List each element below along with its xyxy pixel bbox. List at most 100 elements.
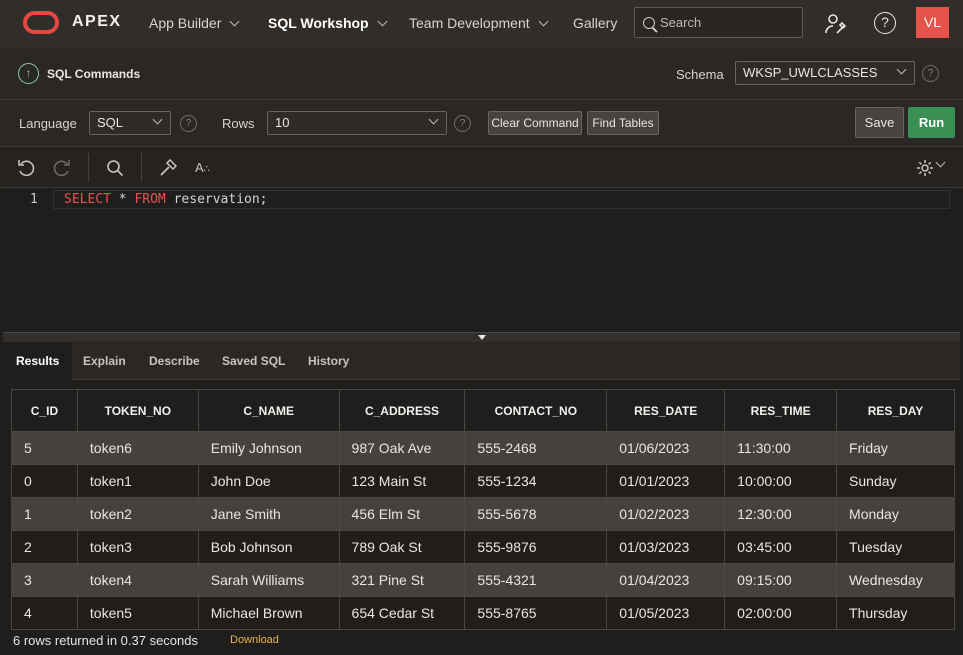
table-cell: 10:00:00 bbox=[724, 464, 838, 498]
table-cell: 01/04/2023 bbox=[606, 563, 726, 597]
sql-editor[interactable]: 1 SELECT * FROM reservation; bbox=[3, 188, 960, 332]
app-brand[interactable]: APEX bbox=[72, 13, 122, 31]
help-icon[interactable]: ? bbox=[874, 12, 896, 34]
table-row: 1 token2 Jane Smith 456 Elm St 555-5678 … bbox=[11, 497, 955, 531]
table-cell: Wednesday bbox=[836, 563, 955, 597]
user-settings-icon[interactable] bbox=[824, 12, 848, 36]
find-tables-button[interactable]: Find Tables bbox=[587, 111, 659, 135]
table-cell: 01/06/2023 bbox=[606, 431, 726, 465]
language-select[interactable]: SQL bbox=[89, 111, 171, 135]
table-cell: 02:00:00 bbox=[724, 596, 838, 630]
search-icon bbox=[643, 16, 655, 29]
oracle-logo-icon[interactable] bbox=[23, 11, 59, 34]
column-header[interactable]: C_NAME bbox=[197, 389, 340, 432]
table-cell: Sarah Williams bbox=[197, 563, 340, 597]
table-cell: 2 bbox=[11, 530, 78, 564]
user-avatar[interactable]: VL bbox=[916, 7, 949, 38]
table-cell: 789 Oak St bbox=[338, 530, 466, 564]
sql-options-bar: Language SQL ? Rows 10 ? Clear Command F… bbox=[0, 100, 963, 147]
table-cell: Emily Johnson bbox=[197, 431, 340, 465]
top-navigation-bar: APEX App Builder SQL Workshop Team Devel… bbox=[0, 0, 963, 48]
results-table: C_ID TOKEN_NO C_NAME C_ADDRESS CONTACT_N… bbox=[11, 389, 955, 630]
column-header[interactable]: RES_TIME bbox=[724, 389, 838, 432]
tab-saved-sql[interactable]: Saved SQL bbox=[222, 342, 285, 380]
table-cell: 321 Pine St bbox=[338, 563, 466, 597]
nav-team-development[interactable]: Team Development bbox=[409, 15, 549, 31]
schema-help-icon[interactable]: ? bbox=[922, 65, 939, 82]
table-row: 5 token6 Emily Johnson 987 Oak Ave 555-2… bbox=[11, 431, 955, 465]
tab-explain[interactable]: Explain bbox=[83, 342, 126, 380]
column-header[interactable]: C_ADDRESS bbox=[338, 389, 466, 432]
table-cell: Jane Smith bbox=[197, 497, 340, 531]
table-cell: 456 Elm St bbox=[338, 497, 466, 531]
rows-help-icon[interactable]: ? bbox=[454, 115, 471, 132]
rows-select[interactable]: 10 bbox=[267, 111, 447, 135]
table-cell: Friday bbox=[836, 431, 955, 465]
sql-text: * bbox=[110, 192, 135, 207]
table-cell: Tuesday bbox=[836, 530, 955, 564]
nav-sql-workshop[interactable]: SQL Workshop bbox=[268, 15, 388, 31]
find-icon[interactable] bbox=[106, 159, 124, 177]
table-cell: Monday bbox=[836, 497, 955, 531]
table-cell: 01/02/2023 bbox=[606, 497, 726, 531]
run-button[interactable]: Run bbox=[908, 107, 955, 138]
column-header[interactable]: C_ID bbox=[11, 389, 78, 432]
table-cell: token4 bbox=[76, 563, 199, 597]
global-search[interactable] bbox=[634, 7, 803, 38]
table-row: 0 token1 John Doe 123 Main St 555-1234 0… bbox=[11, 464, 955, 498]
redo-icon[interactable] bbox=[53, 159, 71, 177]
table-cell: Bob Johnson bbox=[197, 530, 340, 564]
sql-keyword: SELECT bbox=[64, 192, 111, 207]
schema-select[interactable]: WKSP_UWLCLASSES bbox=[735, 61, 915, 85]
toolbar-separator bbox=[88, 153, 89, 182]
table-cell: 555-9876 bbox=[464, 530, 608, 564]
autocomplete-icon[interactable]: A∴ bbox=[195, 160, 210, 178]
table-cell: 555-4321 bbox=[464, 563, 608, 597]
table-cell: 01/03/2023 bbox=[606, 530, 726, 564]
arrow-up-icon[interactable]: ↑ bbox=[18, 63, 39, 84]
table-cell: 03:45:00 bbox=[724, 530, 838, 564]
table-cell: token5 bbox=[76, 596, 199, 630]
table-cell: Michael Brown bbox=[197, 596, 340, 630]
rows-returned-status: 6 rows returned in 0.37 seconds bbox=[13, 633, 198, 648]
column-header[interactable]: RES_DATE bbox=[606, 389, 726, 432]
table-row: 3 token4 Sarah Williams 321 Pine St 555-… bbox=[11, 563, 955, 597]
table-cell: 01/05/2023 bbox=[606, 596, 726, 630]
table-cell: 12:30:00 bbox=[724, 497, 838, 531]
nav-app-builder[interactable]: App Builder bbox=[149, 15, 240, 31]
table-cell: 09:15:00 bbox=[724, 563, 838, 597]
language-help-icon[interactable]: ? bbox=[180, 115, 197, 132]
table-cell: 555-2468 bbox=[464, 431, 608, 465]
download-link[interactable]: Download bbox=[230, 634, 279, 646]
schema-label: Schema bbox=[676, 67, 724, 82]
page-title: SQL Commands bbox=[47, 67, 141, 81]
table-cell: 0 bbox=[11, 464, 78, 498]
code-line[interactable]: SELECT * FROM reservation; bbox=[64, 192, 268, 207]
toolbar-separator bbox=[141, 153, 142, 182]
clear-command-button[interactable]: Clear Command bbox=[488, 111, 582, 135]
table-cell: token3 bbox=[76, 530, 199, 564]
format-hammer-icon[interactable] bbox=[159, 159, 177, 177]
editor-results-splitter[interactable] bbox=[3, 332, 960, 342]
sql-text: reservation; bbox=[165, 192, 268, 207]
tab-history[interactable]: History bbox=[308, 342, 349, 380]
table-cell: 01/01/2023 bbox=[606, 464, 726, 498]
save-button[interactable]: Save bbox=[855, 107, 904, 138]
nav-gallery[interactable]: Gallery bbox=[573, 15, 617, 31]
tab-results[interactable]: Results bbox=[3, 342, 73, 380]
table-cell: token1 bbox=[76, 464, 199, 498]
table-cell: token2 bbox=[76, 497, 199, 531]
gear-icon[interactable] bbox=[916, 159, 934, 177]
table-cell: 123 Main St bbox=[338, 464, 466, 498]
undo-icon[interactable] bbox=[17, 159, 35, 177]
search-input[interactable] bbox=[660, 15, 790, 30]
chevron-down-icon bbox=[377, 16, 388, 26]
column-header[interactable]: CONTACT_NO bbox=[464, 389, 608, 432]
language-label: Language bbox=[19, 116, 77, 131]
tab-describe[interactable]: Describe bbox=[149, 342, 200, 380]
chevron-down-icon[interactable] bbox=[935, 157, 946, 168]
column-header[interactable]: RES_DAY bbox=[836, 389, 955, 432]
table-cell: 4 bbox=[11, 596, 78, 630]
column-header[interactable]: TOKEN_NO bbox=[76, 389, 199, 432]
line-number: 1 bbox=[30, 192, 38, 207]
